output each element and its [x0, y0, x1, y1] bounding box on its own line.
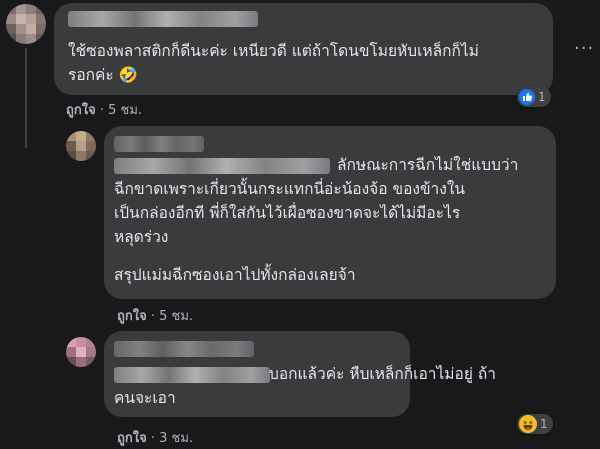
reply-bubble: บอกแล้วค่ะ หืบเหล็กก็เอาไม่อยู่ ถ้า คนจะ… [104, 331, 496, 417]
haha-reaction-icon [519, 415, 537, 433]
reply-text-line: ฉีกขาดเพราะเกี่ยวนั้นกระแทกนี่อ่ะน้องจ้อ… [114, 180, 465, 198]
reaction-summary[interactable]: 1 [517, 414, 553, 434]
more-options-icon[interactable]: ··· [574, 38, 594, 59]
separator: · [99, 103, 104, 118]
avatar-blur [66, 337, 96, 367]
timestamp[interactable]: 3 ชม. [159, 431, 193, 446]
separator: · [150, 309, 155, 324]
reply-text-line: เป็นกล่องอีกที พี่ก็ใส่กันไว้เผื่อซองขาด… [114, 204, 461, 222]
reaction-count: 1 [538, 90, 546, 104]
reply-bubble: ลักษณะการฉีกไม่ใช่แบบว่า ฉีกขาดเพราะเกี่… [104, 126, 556, 299]
reply-text-line: บอกแล้วค่ะ หืบเหล็กก็เอาไม่อยู่ ถ้า [269, 365, 496, 383]
reply-text-line: คนจะเอา [114, 389, 176, 407]
commenter-name-blurred[interactable] [114, 158, 330, 174]
comment-actions: ถูกใจ · 3 ชม. [117, 427, 193, 448]
avatar-blur [6, 4, 46, 44]
comment-bubble: ใช้ซองพลาสติกก็ดีนะค่ะ เหนียวดี แต่ถ้าโด… [54, 3, 553, 95]
commenter-name-blurred[interactable] [114, 341, 254, 357]
separator: · [150, 431, 155, 446]
commenter-name-blurred [114, 136, 204, 152]
reaction-count: 1 [540, 417, 548, 431]
like-button[interactable]: ถูกใจ [117, 431, 147, 446]
commenter-avatar[interactable] [6, 4, 46, 44]
commenter-avatar[interactable] [66, 131, 96, 161]
reply-text-line: หลุดร่วง [114, 228, 169, 246]
commenter-avatar[interactable] [66, 337, 96, 367]
like-button[interactable]: ถูกใจ [66, 103, 96, 118]
comment-actions: ถูกใจ · 5 ชม. [66, 99, 142, 120]
comment-actions: ถูกใจ · 5 ชม. [117, 305, 193, 326]
avatar-blur [66, 131, 96, 161]
commenter-name-blurred[interactable] [68, 11, 258, 27]
reaction-summary[interactable]: 1 [517, 87, 551, 107]
like-button[interactable]: ถูกใจ [117, 309, 147, 324]
thread-connector [25, 48, 27, 148]
comment-text-line: ใช้ซองพลาสติกก็ดีนะค่ะ เหนียวดี แต่ถ้าโด… [68, 42, 479, 60]
commenter-name-blurred [114, 367, 270, 383]
like-reaction-icon [519, 89, 535, 105]
timestamp[interactable]: 5 ชม. [159, 309, 193, 324]
reply-text-line: ลักษณะการฉีกไม่ใช่แบบว่า [337, 156, 519, 174]
reply-text-line: สรุปแม่มฉีกซองเอาไปทั้งกล่องเลยจ้า [114, 266, 356, 284]
comment-text-line: รอกค่ะ 🤣 [68, 66, 138, 84]
timestamp[interactable]: 5 ชม. [108, 103, 142, 118]
